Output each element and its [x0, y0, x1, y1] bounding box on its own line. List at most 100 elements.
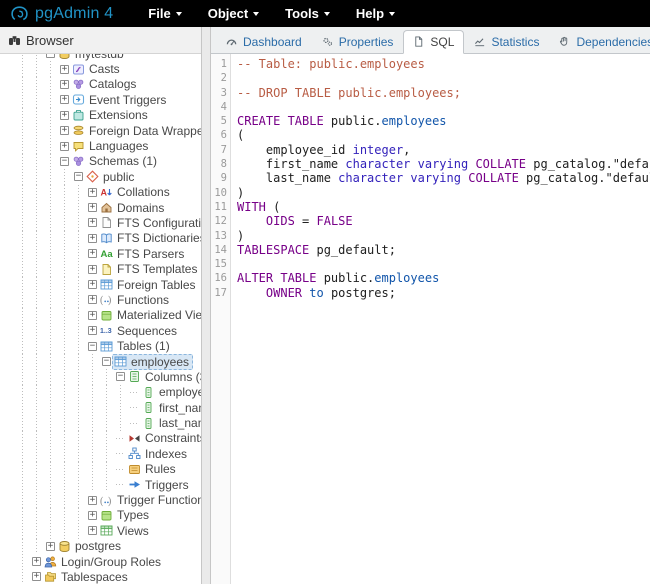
tree-item-casts[interactable]: +Casts [0, 61, 201, 76]
expand-icon[interactable]: + [88, 326, 97, 335]
menu-object[interactable]: Object [195, 6, 272, 21]
tree-item-mytestdb[interactable]: −mytestdb [0, 54, 201, 61]
collapse-icon[interactable]: − [116, 372, 125, 381]
tab-dashboard[interactable]: Dashboard [216, 30, 312, 54]
indent-guide [32, 492, 46, 507]
indent-guide [102, 385, 116, 400]
tree-item-tablespaces[interactable]: +Tablespaces [0, 569, 201, 584]
collapse-icon[interactable]: − [60, 157, 69, 166]
tree-item-fts-parsers[interactable]: +AaFTS Parsers [0, 246, 201, 261]
tree-item-last-name[interactable]: last_name [0, 415, 201, 430]
svg-text:A: A [101, 187, 108, 197]
tree-item-fts-configurations[interactable]: +FTS Configurations [0, 215, 201, 230]
expand-icon[interactable]: + [46, 542, 55, 551]
tree-item-event-triggers[interactable]: +Event Triggers [0, 92, 201, 107]
tree-item-employee-id[interactable]: employee_id [0, 385, 201, 400]
expand-icon[interactable]: + [88, 295, 97, 304]
menu-file[interactable]: File [135, 6, 194, 21]
tree-item-collations[interactable]: +ACollations [0, 185, 201, 200]
sql-editor[interactable]: 1234567891011121314151617 -- Table: publ… [211, 54, 650, 584]
expand-icon[interactable]: + [88, 311, 97, 320]
indent-guide [116, 385, 130, 400]
indent-guide [74, 446, 88, 461]
indent-guide [18, 154, 32, 169]
indent-guide [32, 185, 46, 200]
indent-guide [46, 477, 60, 492]
tree-item-materialized-views[interactable]: +Materialized Views [0, 308, 201, 323]
tree-item-trigger-functions[interactable]: +()Trigger Functions [0, 492, 201, 507]
tree-item-label: Tables (1) [117, 339, 170, 353]
panel-splitter[interactable] [202, 27, 211, 584]
expand-icon[interactable]: + [88, 188, 97, 197]
indent-guide [74, 215, 88, 230]
expand-icon[interactable]: + [60, 80, 69, 89]
tree-item-employees[interactable]: −employees [0, 354, 201, 369]
collapse-icon[interactable]: − [46, 54, 55, 58]
tab-dependencies[interactable]: Dependencies [549, 30, 650, 54]
browser-tree[interactable]: −mytestdb+Casts+Catalogs+Event Triggers+… [0, 54, 201, 584]
indent-guide [32, 200, 46, 215]
tree-item-triggers[interactable]: Triggers [0, 477, 201, 492]
tree-item-label: Rules [145, 462, 176, 476]
tree-item-columns-3[interactable]: −Columns (3) [0, 369, 201, 384]
collapse-icon[interactable]: − [88, 342, 97, 351]
tree-item-postgres[interactable]: +postgres [0, 539, 201, 554]
expand-icon[interactable]: + [60, 111, 69, 120]
expand-icon[interactable]: + [88, 280, 97, 289]
expand-icon[interactable]: + [88, 511, 97, 520]
tree-item-indexes[interactable]: Indexes [0, 446, 201, 461]
tree-item-tables-1[interactable]: − Tables (1) [0, 338, 201, 353]
tree-item-functions[interactable]: +()Functions [0, 292, 201, 307]
tree-item-catalogs[interactable]: +Catalogs [0, 77, 201, 92]
indent-guide [18, 539, 32, 554]
menu-tools[interactable]: Tools [272, 6, 343, 21]
expand-icon[interactable]: + [60, 142, 69, 151]
tab-sql[interactable]: SQL [403, 30, 464, 54]
indent-guide [46, 446, 60, 461]
expand-icon[interactable]: + [88, 234, 97, 243]
tree-item-domains[interactable]: +Domains [0, 200, 201, 215]
tree-item-foreign-data-wrappers[interactable]: +Foreign Data Wrappers [0, 123, 201, 138]
tree-item-views[interactable]: +Views [0, 523, 201, 538]
tree-item-login-group-roles[interactable]: +Login/Group Roles [0, 554, 201, 569]
tree-item-foreign-tables[interactable]: +Foreign Tables [0, 277, 201, 292]
expand-icon[interactable]: + [88, 218, 97, 227]
tree-item-types[interactable]: +Types [0, 508, 201, 523]
expand-icon[interactable]: + [60, 65, 69, 74]
tree-item-languages[interactable]: +Languages [0, 138, 201, 153]
tree-item-fts-templates[interactable]: +FTS Templates [0, 261, 201, 276]
expand-icon[interactable]: + [88, 203, 97, 212]
tree-item-rules[interactable]: Rules [0, 462, 201, 477]
indent-guide [74, 246, 88, 261]
svg-text:): ) [108, 496, 111, 507]
tab-properties[interactable]: Properties [312, 30, 404, 54]
browser-panel-header[interactable]: Browser [0, 27, 201, 54]
indent-guide [18, 108, 32, 123]
indent-guide [60, 369, 74, 384]
tree-item-constraints[interactable]: Constraints [0, 431, 201, 446]
expand-icon[interactable]: + [88, 526, 97, 535]
expand-icon[interactable]: + [88, 249, 97, 258]
expand-icon[interactable]: + [60, 95, 69, 104]
sql-line [237, 100, 650, 114]
selected-tree-item[interactable]: employees [112, 354, 193, 370]
indent-guide [32, 369, 46, 384]
expand-icon[interactable]: + [32, 557, 41, 566]
domain-home-icon [100, 201, 113, 214]
tab-statistics[interactable]: Statistics [464, 30, 549, 54]
indent-guide [74, 200, 88, 215]
tree-item-extensions[interactable]: +Extensions [0, 108, 201, 123]
tree-item-sequences[interactable]: +1..3Sequences [0, 323, 201, 338]
collapse-icon[interactable]: − [102, 357, 111, 366]
expand-icon[interactable]: + [88, 496, 97, 505]
tree-item-first-name[interactable]: first_name [0, 400, 201, 415]
expand-icon[interactable]: + [88, 265, 97, 274]
expand-icon[interactable]: + [32, 572, 41, 581]
tree-item-schemas-1[interactable]: −Schemas (1) [0, 154, 201, 169]
expand-icon[interactable]: + [60, 126, 69, 135]
tree-connector [130, 415, 139, 430]
tree-item-fts-dictionaries[interactable]: +FTS Dictionaries [0, 231, 201, 246]
tree-item-public[interactable]: −public [0, 169, 201, 184]
collapse-icon[interactable]: − [74, 172, 83, 181]
menu-help[interactable]: Help [343, 6, 408, 21]
